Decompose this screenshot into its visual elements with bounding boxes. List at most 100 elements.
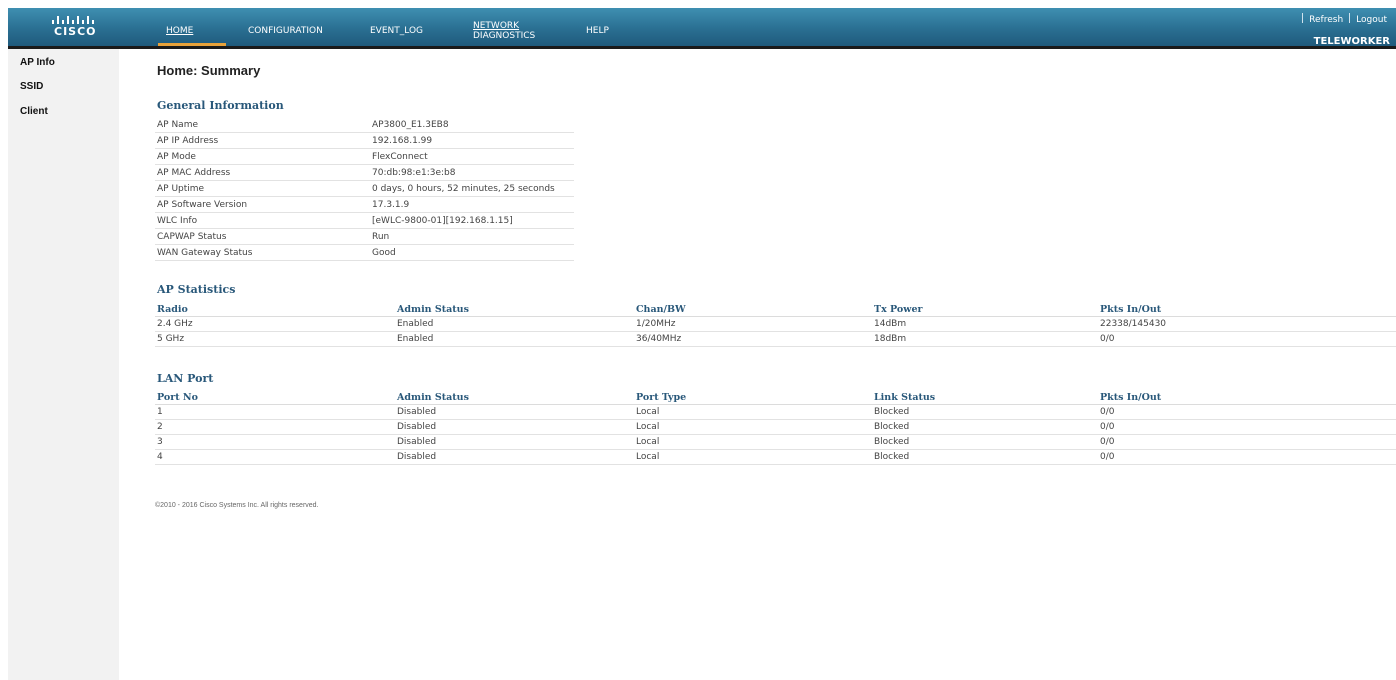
table-cell: Blocked <box>872 419 1098 435</box>
info-row: AP IP Address 192.168.1.99 <box>155 132 574 149</box>
table-cell: Blocked <box>872 449 1098 465</box>
info-value: 0 days, 0 hours, 52 minutes, 25 seconds <box>370 180 574 197</box>
info-value: 192.168.1.99 <box>370 132 574 149</box>
table-cell: 2 <box>155 419 395 435</box>
column-header: Radio <box>155 302 395 317</box>
table-cell: 1/20MHz <box>634 316 872 332</box>
table-cell: 0/0 <box>1098 419 1396 435</box>
info-row: AP Name AP3800_E1.3EB8 <box>155 117 574 133</box>
table-cell: Disabled <box>395 449 634 465</box>
info-value: AP3800_E1.3EB8 <box>370 117 574 133</box>
info-row: CAPWAP Status Run <box>155 228 574 245</box>
table-cell: Blocked <box>872 404 1098 420</box>
logout-link[interactable]: Logout <box>1356 15 1387 25</box>
info-key: AP IP Address <box>155 132 370 149</box>
nav-network-diagnostics[interactable]: NETWORK DIAGNOSTICS <box>473 21 535 41</box>
column-header: Link Status <box>872 390 1098 405</box>
nav-home[interactable]: HOME <box>166 26 193 36</box>
table-cell: 14dBm <box>872 316 1098 332</box>
table-cell: 0/0 <box>1098 449 1396 465</box>
table-row: 1 Disabled Local Blocked 0/0 <box>155 404 1396 420</box>
info-value: 17.3.1.9 <box>370 196 574 213</box>
column-header: Port No <box>155 390 395 405</box>
sidebar-item-ssid[interactable]: SSID <box>20 81 43 92</box>
info-row: AP MAC Address 70:db:98:e1:3e:b8 <box>155 164 574 181</box>
table-cell: Local <box>634 419 872 435</box>
table-cell: 1 <box>155 404 395 420</box>
column-header: Pkts In/Out <box>1098 390 1396 405</box>
ap-mode-label: TELEWORKER <box>1313 36 1390 47</box>
info-value: Good <box>370 244 574 261</box>
table-row: 2 Disabled Local Blocked 0/0 <box>155 419 1396 435</box>
lan-port-table: Port No Admin Status Port Type Link Status P… <box>155 390 1396 465</box>
info-row: AP Software Version 17.3.1.9 <box>155 196 574 213</box>
column-header: Admin Status <box>395 390 634 405</box>
info-value: Run <box>370 228 574 245</box>
table-cell: 2.4 GHz <box>155 316 395 332</box>
info-key: AP Mode <box>155 148 370 165</box>
table-cell: Blocked <box>872 434 1098 450</box>
ap-statistics-table: Radio Admin Status Chan/BW Tx Power Pkts In/… <box>155 302 1396 347</box>
lan-port-title: LAN Port <box>157 372 214 385</box>
copyright-footer: ©2010 - 2016 Cisco Systems Inc. All righ… <box>155 502 319 509</box>
info-key: WLC Info <box>155 212 370 229</box>
column-header: Tx Power <box>872 302 1098 317</box>
info-key: AP Name <box>155 117 370 133</box>
info-value: FlexConnect <box>370 148 574 165</box>
table-cell: Enabled <box>395 316 634 332</box>
info-row: WLC Info [eWLC-9800-01][192.168.1.15] <box>155 212 574 229</box>
table-cell: Enabled <box>395 331 634 347</box>
table-cell: 3 <box>155 434 395 450</box>
table-row: 3 Disabled Local Blocked 0/0 <box>155 434 1396 450</box>
info-key: CAPWAP Status <box>155 228 370 245</box>
table-cell: Disabled <box>395 434 634 450</box>
general-information-table: AP Name AP3800_E1.3EB8 AP IP Address 192.16… <box>155 117 574 261</box>
column-header: Admin Status <box>395 302 634 317</box>
info-key: WAN Gateway Status <box>155 244 370 261</box>
table-cell: Local <box>634 449 872 465</box>
column-header: Chan/BW <box>634 302 872 317</box>
page-title: Home: Summary <box>157 63 261 78</box>
table-cell: 0/0 <box>1098 331 1396 347</box>
refresh-link[interactable]: Refresh <box>1309 15 1343 25</box>
table-cell: Local <box>634 434 872 450</box>
table-cell: 0/0 <box>1098 404 1396 420</box>
cisco-logo-text: CISCO <box>54 25 97 38</box>
table-header-row: Radio Admin Status Chan/BW Tx Power Pkts In/… <box>155 302 1396 317</box>
table-cell: 36/40MHz <box>634 331 872 347</box>
column-header: Port Type <box>634 390 872 405</box>
info-row: WAN Gateway Status Good <box>155 244 574 261</box>
nav-help[interactable]: HELP <box>586 26 609 36</box>
table-cell: 18dBm <box>872 331 1098 347</box>
info-value: [eWLC-9800-01][192.168.1.15] <box>370 212 574 229</box>
table-cell: 5 GHz <box>155 331 395 347</box>
table-row: 2.4 GHz Enabled 1/20MHz 14dBm 22338/145430 <box>155 316 1396 332</box>
table-cell: Local <box>634 404 872 420</box>
sidebar-item-ap-info[interactable]: AP Info <box>20 57 55 68</box>
info-row: AP Uptime 0 days, 0 hours, 52 minutes, 25… <box>155 180 574 197</box>
table-cell: 0/0 <box>1098 434 1396 450</box>
link-divider <box>1302 13 1304 23</box>
top-navigation-bar: CISCO HOME CONFIGURATION EVENT_LOG NETWO… <box>8 8 1396 49</box>
top-links: Refresh Logout <box>1296 13 1387 25</box>
info-row: AP Mode FlexConnect <box>155 148 574 165</box>
table-cell: Disabled <box>395 404 634 420</box>
active-tab-indicator <box>158 43 226 46</box>
nav-event-log[interactable]: EVENT_LOG <box>370 26 423 36</box>
info-value: 70:db:98:e1:3e:b8 <box>370 164 574 181</box>
table-cell: 4 <box>155 449 395 465</box>
ap-statistics-title: AP Statistics <box>157 283 236 296</box>
nav-configuration[interactable]: CONFIGURATION <box>248 26 323 36</box>
info-key: AP Software Version <box>155 196 370 213</box>
table-cell: 22338/145430 <box>1098 316 1396 332</box>
table-row: 4 Disabled Local Blocked 0/0 <box>155 449 1396 465</box>
sidebar-item-client[interactable]: Client <box>20 106 48 117</box>
link-divider <box>1349 13 1351 23</box>
general-information-title: General Information <box>157 99 284 112</box>
sidebar: AP Info SSID Client <box>8 49 119 680</box>
table-row: 5 GHz Enabled 36/40MHz 18dBm 0/0 <box>155 331 1396 347</box>
info-key: AP Uptime <box>155 180 370 197</box>
info-key: AP MAC Address <box>155 164 370 181</box>
table-cell: Disabled <box>395 419 634 435</box>
column-header: Pkts In/Out <box>1098 302 1396 317</box>
